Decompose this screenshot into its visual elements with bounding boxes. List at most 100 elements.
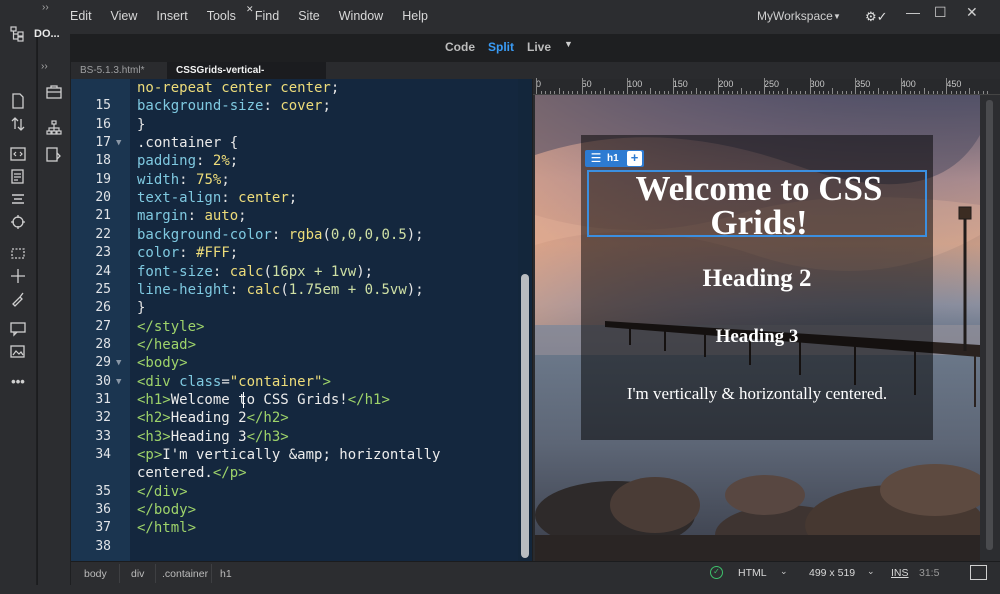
heading-3[interactable]: Heading 3 — [581, 326, 933, 348]
image-icon[interactable] — [10, 344, 26, 360]
editor-scroll-thumb[interactable] — [521, 274, 529, 558]
chevron-down-icon[interactable]: ⌄ — [780, 566, 788, 577]
code-line[interactable]: 19 width: 75%; — [71, 171, 532, 189]
live-view-canvas[interactable]: Welcome to CSS Grids! Heading 2 Heading … — [535, 95, 980, 561]
code-line[interactable]: 29 ▼ <body> — [71, 354, 532, 372]
menu-find[interactable]: Find — [255, 9, 279, 23]
code-line[interactable]: 35 </div> — [71, 483, 532, 501]
breadcrumb-h1[interactable]: h1 — [220, 568, 232, 580]
code-line[interactable]: centered.</p> — [71, 464, 532, 482]
more-tools-icon[interactable]: ••• — [10, 374, 26, 390]
fold-arrow-icon[interactable]: ▼ — [116, 134, 121, 152]
panel-collapse-icon[interactable]: ›› — [42, 2, 49, 13]
sync-settings-icon[interactable]: ⚙✓ — [865, 9, 888, 25]
code-line[interactable]: 20 text-align: center; — [71, 189, 532, 207]
menu-edit[interactable]: Edit — [70, 9, 92, 23]
paragraph[interactable]: I'm vertically & horizontally centered. — [581, 384, 933, 404]
code-editor[interactable]: no-repeat center center; 15 background-siz… — [71, 79, 532, 561]
code-line[interactable]: no-repeat center center; — [71, 79, 532, 97]
line-number: 26 — [95, 300, 111, 316]
dom-tree-icon[interactable] — [46, 120, 62, 136]
chevron-down-icon[interactable]: ⌄ — [867, 566, 875, 577]
code-line[interactable]: 23 color: #FFF; — [71, 244, 532, 262]
menu-view[interactable]: View — [111, 9, 138, 23]
breadcrumb-div[interactable]: div — [131, 568, 144, 580]
dom-panel-icon[interactable] — [10, 26, 26, 42]
heading-1[interactable]: Welcome to CSS Grids! — [589, 171, 929, 240]
brush-icon[interactable] — [10, 291, 26, 307]
assets-panel-icon[interactable] — [46, 84, 62, 100]
tab-cssgrids-vertical-center[interactable]: CSSGrids-vertical-center.html — [167, 62, 326, 93]
code-line[interactable]: 34 <p>I'm vertically &amp; horizontally — [71, 446, 532, 464]
breadcrumb-body[interactable]: body — [84, 568, 107, 580]
workspace-switcher[interactable]: MyWorkspace — [757, 9, 833, 23]
ruler-tick — [599, 91, 601, 94]
no-errors-check-icon[interactable]: ✓ — [710, 566, 723, 579]
menu-help[interactable]: Help — [402, 9, 428, 23]
document-list-icon[interactable] — [10, 169, 26, 185]
add-class-button[interactable]: + — [627, 151, 642, 166]
code-line[interactable]: 31 <h1>Welcome to CSS Grids!</h1> — [71, 391, 532, 409]
code-text: no-repeat center center; — [137, 80, 340, 96]
move-icon[interactable] — [10, 268, 26, 284]
snippets-panel-icon[interactable] — [46, 147, 62, 163]
code-view-icon[interactable] — [10, 146, 26, 162]
menu-tools[interactable]: Tools — [207, 9, 236, 23]
code-line[interactable]: 22 background-color: rgba(0,0,0,0.5); — [71, 226, 532, 244]
target-icon[interactable] — [10, 214, 26, 230]
close-icon[interactable]: ✕ — [966, 4, 978, 21]
fold-arrow-icon[interactable]: ▼ — [116, 354, 121, 372]
ruler-tick — [946, 78, 948, 94]
close-tab-icon[interactable]: ✕ — [246, 4, 254, 15]
minimize-icon[interactable]: — — [906, 4, 920, 20]
code-line[interactable]: 30 ▼ <div class="container"> — [71, 373, 532, 391]
dom-panel-label[interactable]: DO... — [34, 28, 60, 40]
menu-window[interactable]: Window — [339, 9, 383, 23]
chevron-down-icon[interactable]: ▼ — [833, 12, 841, 21]
code-line[interactable]: 21 margin: auto; — [71, 207, 532, 225]
code-line[interactable]: 15 background-size: cover; — [71, 97, 532, 115]
expand-panels-icon[interactable]: ›› — [41, 61, 48, 72]
ruler-tick — [800, 91, 802, 94]
chevron-down-icon[interactable]: ▼ — [564, 39, 573, 53]
code-line[interactable]: 26} — [71, 299, 532, 317]
container-div[interactable]: Welcome to CSS Grids! Heading 2 Heading … — [581, 135, 933, 440]
file-transfer-icon[interactable] — [10, 116, 26, 132]
code-view-button[interactable]: Code — [445, 40, 475, 54]
align-icon[interactable] — [10, 192, 26, 208]
code-line[interactable]: 16} — [71, 116, 532, 134]
code-line[interactable]: 24 font-size: calc(16px + 1vw); — [71, 263, 532, 281]
tab-bs-5-1-3[interactable]: BS-5.1.3.html* — [71, 62, 164, 79]
code-line[interactable]: 27 </style> — [71, 318, 532, 336]
heading-2[interactable]: Heading 2 — [581, 265, 933, 293]
live-view-scroll-thumb[interactable] — [986, 100, 993, 550]
select-region-icon[interactable] — [10, 245, 26, 261]
code-line[interactable]: 37 </html> — [71, 519, 532, 537]
real-time-preview-icon[interactable] — [970, 565, 987, 580]
code-line[interactable]: 32 <h2>Heading 2</h2> — [71, 409, 532, 427]
maximize-icon[interactable]: ☐ — [934, 4, 947, 21]
split-view-button[interactable]: Split — [488, 40, 514, 54]
h1-selection-outline[interactable]: Welcome to CSS Grids! — [587, 170, 929, 240]
code-line[interactable]: 25 line-height: calc(1.75em + 0.5vw); — [71, 281, 532, 299]
new-document-icon[interactable] — [10, 93, 26, 109]
document-type-select[interactable]: HTML — [738, 567, 767, 579]
window-size-select[interactable]: 499 x 519 — [809, 567, 855, 579]
breadcrumb-container[interactable]: .container — [162, 568, 208, 580]
hamburger-icon[interactable]: ☰ — [585, 150, 607, 167]
code-line[interactable]: 28 </head> — [71, 336, 532, 354]
element-tag-label[interactable]: h1 — [607, 150, 627, 167]
insert-mode-toggle[interactable]: INS — [891, 567, 909, 579]
ruler-tick — [864, 91, 866, 94]
code-line[interactable]: 17 ▼ .container { — [71, 134, 532, 152]
code-line[interactable]: 38 — [71, 538, 532, 556]
menu-insert[interactable]: Insert — [156, 9, 187, 23]
code-line[interactable]: 36 </body> — [71, 501, 532, 519]
code-text: </div> — [137, 483, 188, 500]
code-line[interactable]: 33 <h3>Heading 3</h3> — [71, 428, 532, 446]
menu-site[interactable]: Site — [298, 9, 320, 23]
fold-arrow-icon[interactable]: ▼ — [116, 373, 121, 391]
comment-icon[interactable] — [10, 321, 26, 337]
code-line[interactable]: 18 padding: 2%; — [71, 152, 532, 170]
live-view-button[interactable]: Live — [527, 40, 551, 54]
